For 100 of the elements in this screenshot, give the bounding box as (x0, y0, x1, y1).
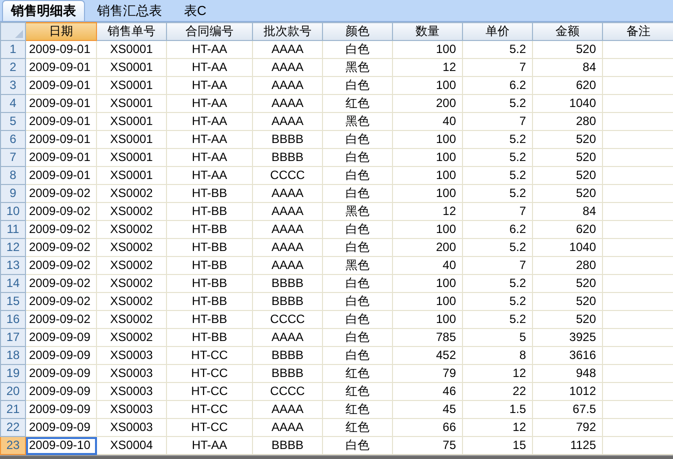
table-cell: 红色 (322, 400, 392, 418)
row-number[interactable]: 11 (0, 220, 26, 238)
table-cell: 520 (532, 40, 602, 58)
column-header[interactable]: 单价 (462, 22, 532, 40)
row-number[interactable]: 23 (0, 436, 26, 454)
table-cell: XS0003 (96, 400, 166, 418)
table-cell: 白色 (322, 148, 392, 166)
table-cell: 520 (532, 292, 602, 310)
table-cell: BBBB (252, 346, 322, 364)
table-cell: 黑色 (322, 58, 392, 76)
row-number[interactable]: 7 (0, 148, 26, 166)
table-cell: 100 (392, 292, 462, 310)
table-cell: 792 (532, 418, 602, 436)
table-cell: HT-BB (166, 292, 252, 310)
row-number[interactable]: 19 (0, 364, 26, 382)
sheet-tab[interactable]: 表C (174, 1, 216, 21)
table-cell: 12 (392, 58, 462, 76)
row-number[interactable]: 13 (0, 256, 26, 274)
table-cell: HT-AA (166, 94, 252, 112)
column-header[interactable]: 颜色 (322, 22, 392, 40)
table-cell: AAAA (252, 94, 322, 112)
column-header[interactable]: 备注 (602, 22, 673, 40)
row-number[interactable]: 12 (0, 238, 26, 256)
row-number[interactable]: 6 (0, 130, 26, 148)
table-cell: 1040 (532, 238, 602, 256)
table-cell: XS0002 (96, 238, 166, 256)
column-header[interactable]: 批次款号 (252, 22, 322, 40)
table-cell: 100 (392, 274, 462, 292)
row-number[interactable]: 16 (0, 310, 26, 328)
row-number[interactable]: 14 (0, 274, 26, 292)
column-header[interactable]: 合同编号 (166, 22, 252, 40)
table-cell: 200 (392, 94, 462, 112)
table-cell: 红色 (322, 94, 392, 112)
sheet-tab[interactable]: 销售汇总表 (87, 1, 172, 21)
table-cell: 66 (392, 418, 462, 436)
table-cell: 5.2 (462, 40, 532, 58)
table-cell: 22 (462, 382, 532, 400)
table-cell: 7 (462, 112, 532, 130)
select-all-icon (15, 30, 23, 38)
table-cell: 100 (392, 76, 462, 94)
table-cell: AAAA (252, 256, 322, 274)
column-header[interactable]: 销售单号 (96, 22, 166, 40)
row-number[interactable]: 18 (0, 346, 26, 364)
row-number[interactable]: 20 (0, 382, 26, 400)
table-cell: 5.2 (462, 148, 532, 166)
table-cell: 2009-09-02 (26, 292, 96, 310)
row-number[interactable]: 2 (0, 58, 26, 76)
table-cell: HT-CC (166, 400, 252, 418)
table-cell: 452 (392, 346, 462, 364)
table-cell: 2009-09-02 (26, 274, 96, 292)
table-cell: 5.2 (462, 94, 532, 112)
column-header[interactable]: 金额 (532, 22, 602, 40)
table-cell: 12 (392, 202, 462, 220)
table-cell: XS0002 (96, 184, 166, 202)
table-cell: 白色 (322, 166, 392, 184)
table-cell: 黑色 (322, 202, 392, 220)
table-cell: 45 (392, 400, 462, 418)
table-cell: 1040 (532, 94, 602, 112)
table-cell: 5.2 (462, 130, 532, 148)
row-number[interactable]: 21 (0, 400, 26, 418)
corner-cell[interactable] (0, 22, 26, 40)
column-header[interactable]: 日期 (26, 22, 96, 40)
row-number[interactable]: 10 (0, 202, 26, 220)
table-cell: 黑色 (322, 256, 392, 274)
table-cell: HT-BB (166, 184, 252, 202)
table-cell: XS0002 (96, 328, 166, 346)
table-cell: 7 (462, 202, 532, 220)
table-cell: 白色 (322, 220, 392, 238)
table-cell: 2009-09-02 (26, 202, 96, 220)
row-number[interactable]: 3 (0, 76, 26, 94)
row-number[interactable]: 8 (0, 166, 26, 184)
table-cell: AAAA (252, 202, 322, 220)
row-number[interactable]: 9 (0, 184, 26, 202)
table-cell: 白色 (322, 292, 392, 310)
row-number[interactable]: 5 (0, 112, 26, 130)
row-number[interactable]: 17 (0, 328, 26, 346)
table-cell: 67.5 (532, 400, 602, 418)
table-cell: 2009-09-01 (26, 76, 96, 94)
table-cell: 红色 (322, 364, 392, 382)
table-cell: XS0002 (96, 274, 166, 292)
table-cell: 40 (392, 256, 462, 274)
row-number[interactable]: 15 (0, 292, 26, 310)
table-cell: 280 (532, 256, 602, 274)
table-cell: 5.2 (462, 166, 532, 184)
table-cell: 白色 (322, 238, 392, 256)
table-cell: HT-AA (166, 76, 252, 94)
table-cell: HT-BB (166, 202, 252, 220)
row-number[interactable]: 1 (0, 40, 26, 58)
table-cell: XS0001 (96, 112, 166, 130)
table-cell: 2009-09-01 (26, 166, 96, 184)
row-number[interactable]: 22 (0, 418, 26, 436)
table-cell: 2009-09-02 (26, 310, 96, 328)
sheet-tab[interactable]: 销售明细表 (2, 0, 85, 21)
table-cell: XS0003 (96, 364, 166, 382)
column-header[interactable]: 数量 (392, 22, 462, 40)
table-cell: BBBB (252, 148, 322, 166)
table-cell: XS0001 (96, 58, 166, 76)
row-number[interactable]: 4 (0, 94, 26, 112)
table-cell: AAAA (252, 58, 322, 76)
table-cell: 2009-09-10 (26, 436, 96, 454)
